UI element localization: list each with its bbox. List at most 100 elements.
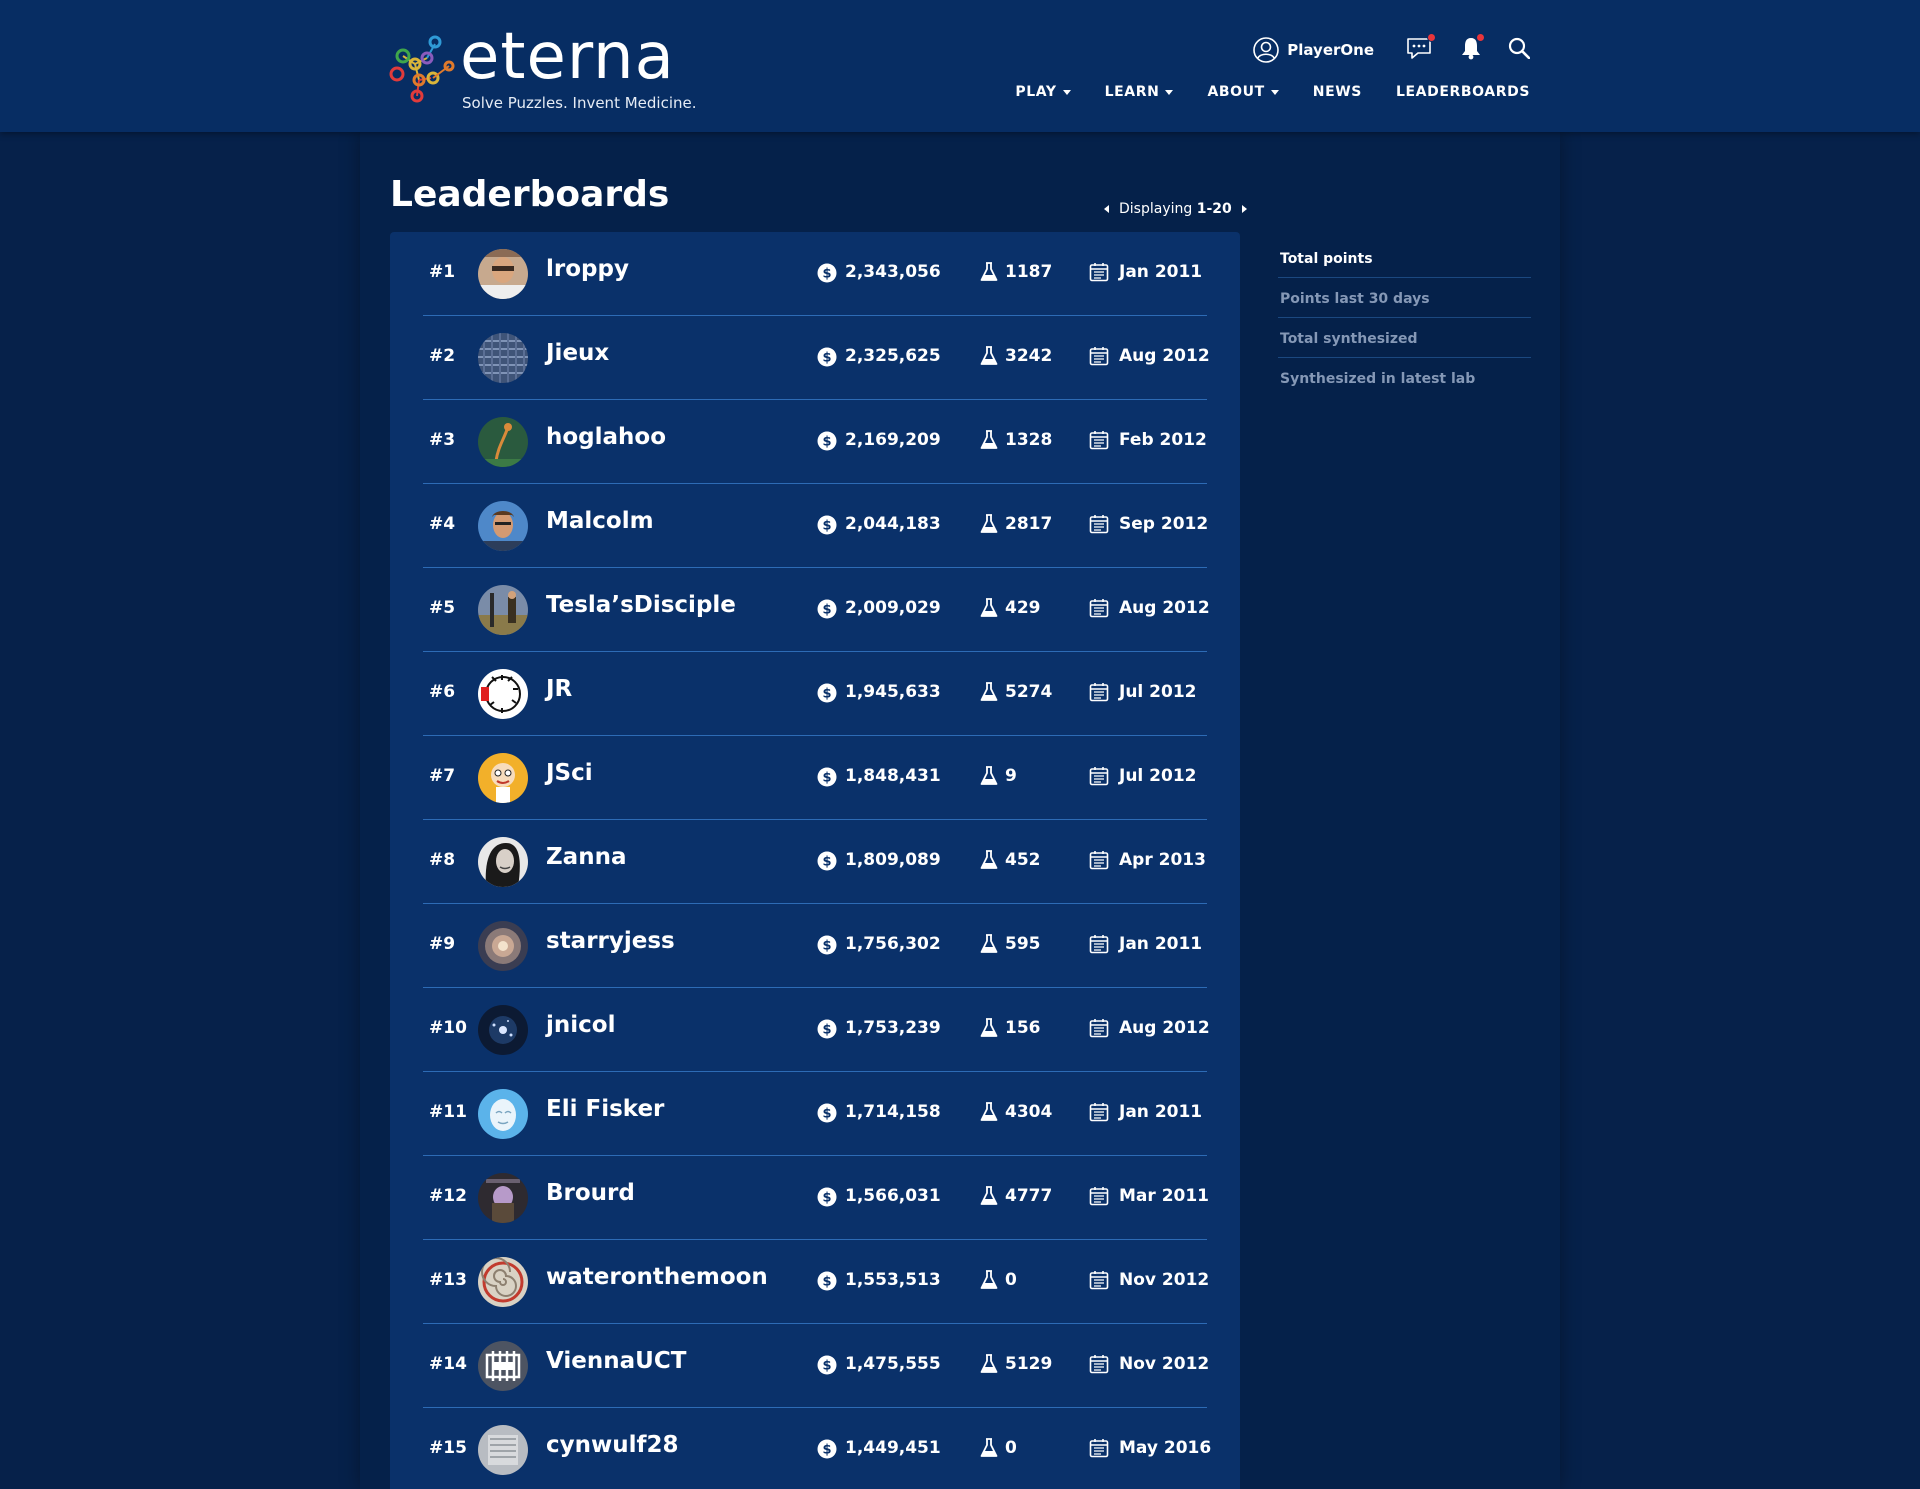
leaderboard-row[interactable]: #10 jnicol $ 1,753,239 156 Aug 2012 [423, 988, 1210, 1072]
avatar[interactable] [478, 669, 528, 719]
join-date: Apr 2013 [1119, 850, 1206, 870]
category-total-synthesized[interactable]: Total synthesized [1278, 318, 1531, 358]
flask-icon [980, 1186, 998, 1205]
player-name[interactable]: lroppy [546, 256, 629, 282]
points-icon: $ [817, 1019, 837, 1039]
search-button[interactable] [1508, 37, 1531, 63]
user-menu[interactable]: PlayerOne [1253, 37, 1374, 63]
avatar[interactable] [478, 585, 528, 635]
leaderboard-row[interactable]: #4 Malcolm $ 2,044,183 2817 Sep 2012 [423, 484, 1208, 568]
chevron-down-icon [1270, 89, 1279, 95]
points-value: 1,475,555 [845, 1354, 941, 1374]
avatar[interactable] [478, 249, 528, 299]
player-name[interactable]: Zanna [546, 844, 626, 870]
leaderboard-row[interactable]: #6 JR $ 1,945,633 5274 Jul 2012 [423, 652, 1207, 736]
flask-icon [980, 1270, 998, 1289]
avatar[interactable] [478, 417, 528, 467]
username-label: PlayerOne [1287, 41, 1374, 59]
avatar[interactable] [478, 333, 528, 383]
player-name[interactable]: Jieux [546, 340, 609, 366]
synthesized-value: 3242 [1005, 346, 1053, 366]
calendar-icon [1089, 1187, 1109, 1206]
nav-learn[interactable]: LEARN [1105, 84, 1174, 100]
rank-label: #11 [429, 1102, 467, 1122]
avatar[interactable] [478, 837, 528, 887]
player-name[interactable]: JR [546, 676, 572, 702]
player-name[interactable]: Eli Fisker [546, 1096, 664, 1122]
join-date: Jul 2012 [1119, 682, 1197, 702]
leaderboard-row[interactable]: #2 Jieux $ 2,325,625 3242 Aug 2012 [423, 316, 1210, 400]
points-icon: $ [817, 347, 837, 367]
avatar[interactable] [478, 1005, 528, 1055]
avatar[interactable] [478, 1425, 528, 1475]
svg-text:$: $ [822, 351, 831, 366]
pager: Displaying 1-20 [1104, 201, 1247, 217]
player-name[interactable]: starryjess [546, 928, 675, 954]
leaderboard-row[interactable]: #14 ViennaUCT $ 1,475,555 5129 Nov 2012 [423, 1324, 1209, 1408]
points-value: 2,169,209 [845, 430, 941, 450]
nav-learn-label: LEARN [1104, 84, 1160, 100]
svg-text:$: $ [822, 435, 831, 450]
next-page-icon[interactable] [1241, 205, 1247, 213]
player-name[interactable]: Tesla’sDisciple [546, 592, 736, 618]
utility-bar: PlayerOne [1253, 33, 1531, 64]
rank-label: #4 [429, 514, 456, 534]
leaderboard-row[interactable]: #13 wateronthemoon $ 1,553,513 0 Nov 201… [423, 1240, 1209, 1324]
player-name[interactable]: ViennaUCT [546, 1348, 686, 1374]
points-icon: $ [817, 1103, 837, 1123]
join-date: Jan 2011 [1119, 262, 1203, 282]
leaderboard-row[interactable]: #9 starryjess $ 1,756,302 595 Jan 2011 [423, 904, 1207, 988]
calendar-icon [1089, 515, 1109, 534]
chat-notification-dot [1427, 33, 1436, 42]
avatar[interactable] [478, 921, 528, 971]
rank-label: #6 [429, 682, 456, 702]
leaderboard-row[interactable]: #1 lroppy $ 2,343,056 1187 Jan 2011 [423, 232, 1207, 316]
leaderboard-row[interactable]: #3 hoglahoo $ 2,169,209 1328 Feb 2012 [423, 400, 1207, 484]
avatar[interactable] [478, 1089, 528, 1139]
avatar[interactable] [478, 1257, 528, 1307]
nav-news[interactable]: NEWS [1313, 84, 1362, 100]
leaderboard-row[interactable]: #15 cynwulf28 $ 1,449,451 0 May 2016 [423, 1408, 1211, 1489]
svg-text:$: $ [822, 1191, 831, 1206]
player-name[interactable]: jnicol [546, 1012, 615, 1038]
player-name[interactable]: hoglahoo [546, 424, 666, 450]
category-points-last-30-days[interactable]: Points last 30 days [1278, 278, 1531, 318]
points-value: 1,566,031 [845, 1186, 941, 1206]
nav-play[interactable]: PLAY [1015, 84, 1071, 100]
avatar[interactable] [478, 501, 528, 551]
avatar[interactable] [478, 1341, 528, 1391]
player-name[interactable]: JSci [546, 760, 593, 786]
synthesized-value: 9 [1005, 766, 1017, 786]
player-name[interactable]: Brourd [546, 1180, 635, 1206]
player-name[interactable]: Malcolm [546, 508, 654, 534]
leaderboard-row[interactable]: #11 Eli Fisker $ 1,714,158 4304 Jan 2011 [423, 1072, 1207, 1156]
leaderboard-row[interactable]: #12 Brourd $ 1,566,031 4777 Mar 2011 [423, 1156, 1209, 1240]
molecule-logo-icon [389, 35, 455, 103]
calendar-icon [1089, 431, 1109, 450]
notifications-button[interactable] [1460, 33, 1485, 64]
avatar[interactable] [478, 753, 528, 803]
calendar-icon [1089, 1019, 1109, 1038]
points-icon: $ [817, 851, 837, 871]
pager-text: Displaying 1-20 [1119, 201, 1232, 217]
chat-button[interactable] [1406, 33, 1436, 64]
leaderboard-row[interactable]: #5 Tesla’sDisciple $ 2,009,029 429 Aug 2… [423, 568, 1210, 652]
synthesized-value: 1187 [1005, 262, 1053, 282]
player-name[interactable]: cynwulf28 [546, 1432, 679, 1458]
nav-leaderboards[interactable]: LEADERBOARDS [1396, 84, 1530, 100]
user-icon [1253, 37, 1280, 63]
nav-leaderboards-label: LEADERBOARDS [1396, 84, 1530, 100]
avatar[interactable] [478, 1173, 528, 1223]
leaderboard-row[interactable]: #7 JSci $ 1,848,431 9 Jul 2012 [423, 736, 1207, 820]
join-date: Aug 2012 [1119, 346, 1210, 366]
svg-text:$: $ [822, 1023, 831, 1038]
synthesized-value: 4304 [1005, 1102, 1053, 1122]
nav-about[interactable]: ABOUT [1207, 84, 1279, 100]
prev-page-icon[interactable] [1104, 205, 1109, 213]
synthesized-value: 5274 [1005, 682, 1053, 702]
category-synthesized-latest-lab[interactable]: Synthesized in latest lab [1278, 358, 1531, 398]
leaderboard-category-menu: Total points Points last 30 days Total s… [1278, 238, 1531, 398]
category-total-points[interactable]: Total points [1278, 238, 1531, 278]
leaderboard-row[interactable]: #8 Zanna $ 1,809,089 452 Apr 2013 [423, 820, 1207, 904]
player-name[interactable]: wateronthemoon [546, 1264, 768, 1290]
